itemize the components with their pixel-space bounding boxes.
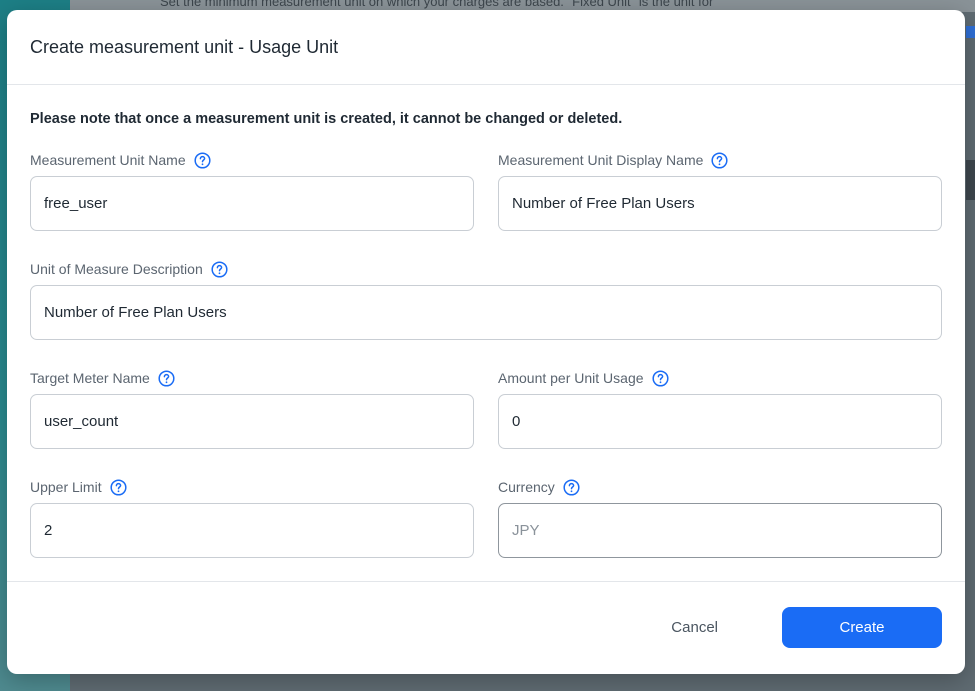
dialog-title: Create measurement unit - Usage Unit xyxy=(30,36,339,57)
unit-name-field: Measurement Unit Name free_user xyxy=(30,149,474,231)
description-label: Unit of Measure Description xyxy=(30,261,203,277)
amount-label: Amount per Unit Usage xyxy=(498,370,644,386)
display-name-label: Measurement Unit Display Name xyxy=(498,152,704,168)
create-button[interactable]: Create xyxy=(782,607,942,648)
unit-name-label: Measurement Unit Name xyxy=(30,152,186,168)
help-icon[interactable] xyxy=(158,369,175,387)
upper-limit-field: Upper Limit 2 xyxy=(30,476,474,558)
form-row-4: Upper Limit 2 Currency JPY xyxy=(30,476,942,558)
dialog-body: Please note that once a measurement unit… xyxy=(7,85,965,582)
dialog-footer: Cancel Create xyxy=(7,582,965,673)
meter-name-field: Target Meter Name user_count xyxy=(30,367,474,449)
currency-label: Currency xyxy=(498,479,555,495)
backdrop-panel xyxy=(966,160,975,200)
currency-input[interactable]: JPY xyxy=(498,503,942,558)
help-icon[interactable] xyxy=(110,478,127,496)
backdrop-text: Set the minimum measurement unit on whic… xyxy=(160,0,714,9)
help-icon[interactable] xyxy=(711,151,728,169)
currency-field: Currency JPY xyxy=(498,476,942,558)
display-name-input[interactable]: Number of Free Plan Users xyxy=(498,176,942,231)
form-row-3: Target Meter Name user_count Amount per … xyxy=(30,367,942,449)
cancel-button[interactable]: Cancel xyxy=(671,619,718,636)
amount-input[interactable]: 0 xyxy=(498,394,942,449)
display-name-field: Measurement Unit Display Name Number of … xyxy=(498,149,942,231)
upper-limit-input[interactable]: 2 xyxy=(30,503,474,558)
help-icon[interactable] xyxy=(563,478,580,496)
amount-field: Amount per Unit Usage 0 xyxy=(498,367,942,449)
dialog-header: Create measurement unit - Usage Unit xyxy=(7,10,965,85)
form-row-1: Measurement Unit Name free_user Measurem… xyxy=(30,149,942,231)
description-field: Unit of Measure Description Number of Fr… xyxy=(30,258,942,340)
description-input[interactable]: Number of Free Plan Users xyxy=(30,285,942,340)
backdrop-accent xyxy=(966,26,975,38)
unit-name-input[interactable]: free_user xyxy=(30,176,474,231)
help-icon[interactable] xyxy=(211,260,228,278)
notice-text: Please note that once a measurement unit… xyxy=(30,111,623,127)
help-icon[interactable] xyxy=(651,369,669,387)
create-unit-dialog: Create measurement unit - Usage Unit Ple… xyxy=(7,10,965,674)
form-row-2: Unit of Measure Description Number of Fr… xyxy=(30,258,942,340)
upper-limit-label: Upper Limit xyxy=(30,479,102,495)
meter-name-input[interactable]: user_count xyxy=(30,394,474,449)
meter-name-label: Target Meter Name xyxy=(30,370,150,386)
help-icon[interactable] xyxy=(194,151,211,169)
